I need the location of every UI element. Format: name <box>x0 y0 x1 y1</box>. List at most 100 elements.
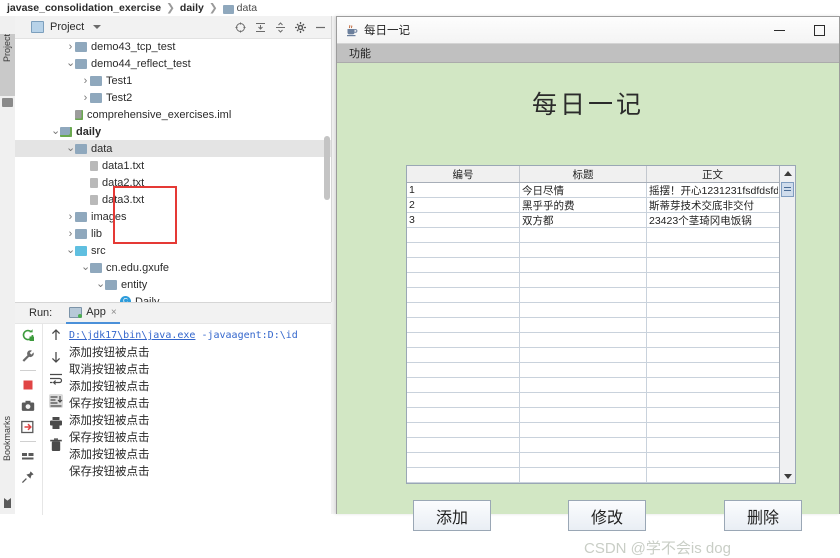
table-row[interactable]: 3 双方都 23423个茎琦冈电饭锅 <box>407 213 779 228</box>
table-cell[interactable] <box>407 288 520 302</box>
table-row[interactable] <box>407 453 779 468</box>
table-cell[interactable]: 2 <box>407 198 520 212</box>
table-cell[interactable] <box>647 303 778 317</box>
table-cell[interactable] <box>407 303 520 317</box>
table-row[interactable]: 2 黑乎乎的费 斯蒂芽技术交底非交付 <box>407 198 779 213</box>
table-cell[interactable] <box>520 258 647 272</box>
scrollbar-track[interactable] <box>780 180 795 469</box>
table-cell[interactable] <box>647 468 778 482</box>
collapse-all-icon[interactable] <box>255 22 266 33</box>
tree-item-data[interactable]: ⌄ data <box>15 140 331 157</box>
chevron-right-icon[interactable]: › <box>81 92 90 104</box>
chevron-right-icon[interactable]: › <box>66 228 75 240</box>
expand-icon[interactable] <box>275 21 286 33</box>
tree-item-src[interactable]: ⌄ src <box>15 242 331 259</box>
table-cell[interactable]: 23423个茎琦冈电饭锅 <box>647 213 778 227</box>
table-cell[interactable] <box>520 438 647 452</box>
table-row[interactable] <box>407 468 779 483</box>
table-cell[interactable] <box>520 423 647 437</box>
close-icon[interactable]: × <box>111 307 117 318</box>
table-row[interactable] <box>407 408 779 423</box>
table-cell[interactable] <box>407 348 520 362</box>
stop-icon[interactable] <box>21 378 35 392</box>
table-cell[interactable] <box>647 288 778 302</box>
table-cell[interactable] <box>520 288 647 302</box>
table-row[interactable] <box>407 303 779 318</box>
table-row[interactable] <box>407 348 779 363</box>
table-cell[interactable] <box>407 333 520 347</box>
print-icon[interactable] <box>49 416 63 430</box>
scroll-up-icon[interactable] <box>49 328 63 342</box>
table-cell[interactable] <box>407 423 520 437</box>
table-cell[interactable] <box>647 348 778 362</box>
table-cell[interactable] <box>407 378 520 392</box>
chevron-right-icon[interactable]: › <box>66 41 75 53</box>
minimize-button[interactable] <box>759 18 799 43</box>
table-cell[interactable] <box>520 468 647 482</box>
scroll-down-arrow[interactable] <box>780 469 795 483</box>
table-row[interactable] <box>407 273 779 288</box>
table-column-header[interactable]: 正文 <box>647 166 778 182</box>
table-cell[interactable] <box>647 453 778 467</box>
delete-button[interactable]: 删除 <box>724 500 802 531</box>
tree-item-data1-txt[interactable]: data1.txt <box>15 157 331 174</box>
table-row[interactable]: 1 今日尽情 摇摆！开心1231231fsdfdsfds. <box>407 183 779 198</box>
daily-table[interactable]: 编号 标题 正文 1 今日尽情 摇摆！开心1231231fsdfdsfds. 2 黑乎乎的费… <box>406 165 796 484</box>
table-cell[interactable] <box>520 348 647 362</box>
table-row[interactable] <box>407 438 779 453</box>
tree-item-cn-edu-gxufe[interactable]: ⌄ cn.edu.gxufe <box>15 259 331 276</box>
breadcrumb-item-daily[interactable]: daily <box>180 2 204 14</box>
table-cell[interactable] <box>647 423 778 437</box>
tree-item-demo44-reflect-test[interactable]: ⌄ demo44_reflect_test <box>15 55 331 72</box>
table-cell[interactable] <box>407 258 520 272</box>
tree-item-demo43-tcp-test[interactable]: › demo43_tcp_test <box>15 38 331 55</box>
table-row[interactable] <box>407 363 779 378</box>
table-cell[interactable] <box>407 438 520 452</box>
table-cell[interactable] <box>647 393 778 407</box>
table-cell[interactable] <box>647 243 778 257</box>
table-cell[interactable] <box>647 258 778 272</box>
console-output[interactable]: D:\jdk17\bin\java.exe -javaagent:D:\id 添加… <box>69 323 331 515</box>
table-cell[interactable]: 双方都 <box>520 213 647 227</box>
table-row[interactable] <box>407 243 779 258</box>
soft-wrap-icon[interactable] <box>49 372 63 386</box>
scrollbar-thumb[interactable] <box>781 182 794 197</box>
chevron-down-icon[interactable] <box>93 25 102 29</box>
chevron-right-icon[interactable]: › <box>81 75 90 87</box>
chevron-down-icon[interactable]: ⌄ <box>96 279 105 290</box>
table-row[interactable] <box>407 393 779 408</box>
table-row[interactable] <box>407 423 779 438</box>
table-cell[interactable] <box>407 228 520 242</box>
table-cell[interactable] <box>520 333 647 347</box>
table-cell[interactable]: 斯蒂芽技术交底非交付 <box>647 198 778 212</box>
project-tree[interactable]: › demo43_tcp_test ⌄ demo44_reflect_test › Tes… <box>15 38 331 302</box>
table-cell[interactable] <box>520 303 647 317</box>
tree-item-lib[interactable]: › lib <box>15 225 331 242</box>
table-cell[interactable] <box>520 228 647 242</box>
sidebar-tab-bookmarks[interactable]: Bookmarks <box>0 416 15 496</box>
table-row[interactable] <box>407 228 779 243</box>
table-cell[interactable] <box>407 318 520 332</box>
table-cell[interactable] <box>647 438 778 452</box>
tree-item-data2-txt[interactable]: data2.txt <box>15 174 331 191</box>
gear-icon[interactable] <box>295 21 306 33</box>
tree-item-test1[interactable]: › Test1 <box>15 72 331 89</box>
table-cell[interactable] <box>407 243 520 257</box>
layout-icon[interactable] <box>21 449 35 463</box>
table-cell[interactable] <box>520 408 647 422</box>
table-cell[interactable] <box>407 453 520 467</box>
table-cell[interactable] <box>407 273 520 287</box>
chevron-down-icon[interactable]: ⌄ <box>51 126 60 137</box>
pin-icon[interactable] <box>21 470 35 484</box>
table-cell[interactable] <box>520 243 647 257</box>
table-cell[interactable] <box>520 453 647 467</box>
sidebar-tab-project[interactable]: Project <box>0 34 15 96</box>
table-header-row[interactable]: 编号 标题 正文 <box>407 166 779 183</box>
table-cell[interactable] <box>647 378 778 392</box>
wrench-icon[interactable] <box>21 349 35 363</box>
trash-icon[interactable] <box>49 438 63 452</box>
add-button[interactable]: 添加 <box>413 500 491 531</box>
table-cell[interactable] <box>407 363 520 377</box>
chevron-down-icon[interactable]: ⌄ <box>66 143 75 154</box>
table-cell[interactable] <box>520 318 647 332</box>
